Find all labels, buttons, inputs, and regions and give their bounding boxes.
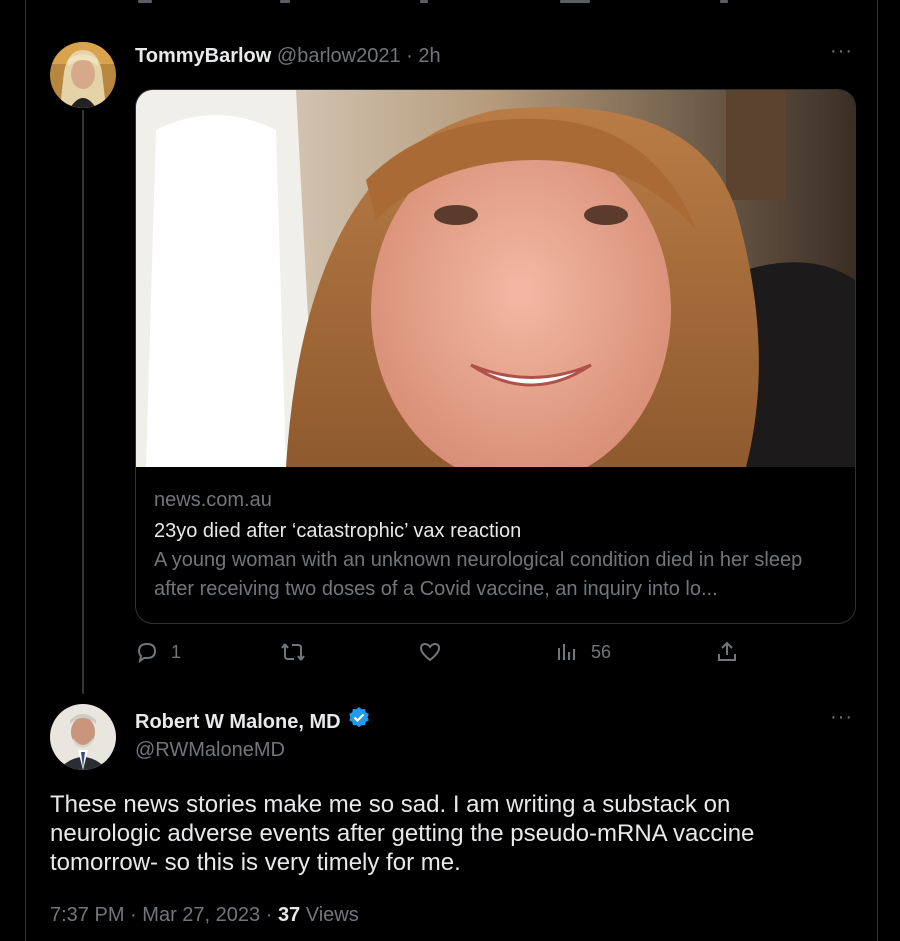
link-preview-card[interactable]: news.com.au 23yo died after ‘catastrophi…: [135, 89, 856, 624]
tommybarlow-avatar[interactable]: [50, 42, 116, 108]
timeline-border-left: [25, 0, 26, 941]
views-count: 37: [277, 904, 301, 926]
separator-dot: ·: [406, 45, 413, 67]
author-handle[interactable]: @RWMaloneMD: [135, 736, 285, 764]
quoted-tweet-header: TommyBarlow @barlow2021 · 2h: [135, 42, 441, 70]
verified-badge-icon: [347, 706, 371, 738]
share-button[interactable]: [715, 640, 739, 664]
rwmalone-avatar[interactable]: [50, 704, 116, 770]
tweet-text: These news stories make me so sad. I am …: [50, 791, 755, 876]
tweet-time[interactable]: 7:37 PM: [50, 904, 124, 926]
views-label: Views: [305, 904, 359, 926]
separator-dot: ·: [265, 904, 273, 926]
more-options-button[interactable]: ···: [830, 40, 853, 63]
reply-count: 1: [171, 641, 182, 662]
views-count: 56: [591, 641, 612, 662]
views-button[interactable]: 56: [555, 640, 611, 664]
heart-icon: [419, 642, 441, 662]
timeline-border-right: [877, 0, 878, 941]
card-title: 23yo died after ‘catastrophic’ vax react…: [154, 520, 522, 542]
previous-tweet-cutoff: [130, 0, 730, 6]
more-options-button[interactable]: ···: [830, 706, 853, 729]
retweet-icon: [281, 643, 305, 661]
views-chart-icon: [558, 644, 575, 660]
reply-button[interactable]: 1: [135, 640, 181, 664]
author-handle[interactable]: @barlow2021: [277, 45, 401, 67]
like-button[interactable]: [418, 640, 442, 664]
card-image[interactable]: [136, 90, 855, 467]
share-icon: [718, 641, 736, 661]
retweet-button[interactable]: [280, 640, 306, 664]
author-name[interactable]: TommyBarlow: [135, 45, 271, 67]
thread-connector-line: [82, 110, 84, 694]
tweet-date[interactable]: Mar 27, 2023: [142, 904, 260, 926]
tweet-time[interactable]: 2h: [418, 45, 440, 67]
reply-icon: [137, 642, 157, 664]
card-domain: news.com.au: [154, 489, 272, 511]
tweet-meta: 7:37 PM · Mar 27, 2023 · 37 Views: [50, 901, 359, 929]
card-description: A young woman with an unknown neurologic…: [154, 549, 803, 600]
separator-dot: ·: [130, 904, 137, 926]
author-name-row: Robert W Malone, MD: [135, 706, 371, 738]
author-name[interactable]: Robert W Malone, MD: [135, 708, 341, 736]
tweet-actions-bar: 1 56: [135, 640, 755, 672]
